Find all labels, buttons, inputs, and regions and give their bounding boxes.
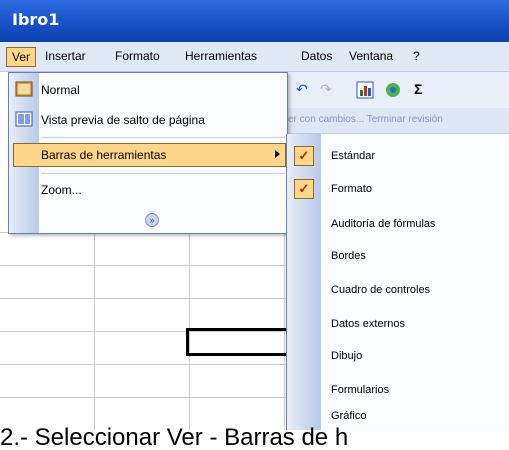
submenu-formato[interactable]: Formato xyxy=(331,183,372,195)
submenu-auditoria[interactable]: Auditoría de fórmulas xyxy=(331,218,436,230)
submenu-cuadro-controles[interactable]: Cuadro de controles xyxy=(331,284,430,296)
view-menu-zoom[interactable]: Zoom... xyxy=(41,183,82,205)
window-title: Ibro1 xyxy=(12,10,60,29)
menu-bar: Ver Insertar Formato Herramientas Datos … xyxy=(0,42,509,72)
menu-formato[interactable]: Formato xyxy=(110,47,165,67)
normal-view-icon xyxy=(15,81,33,97)
standard-toolbar: ↶ ↷ Σ xyxy=(286,72,509,108)
view-menu: Normal Vista previa de salto de página B… xyxy=(8,72,288,234)
menu-ver[interactable]: Ver xyxy=(6,47,37,67)
reviewing-toolbar: er con cambios... Terminar revisión xyxy=(286,108,509,134)
title-bar: Ibro1 xyxy=(0,0,509,42)
toolbars-submenu: ✓ Estándar ✓ Formato Auditoría de fórmul… xyxy=(286,134,509,430)
menu-herramientas[interactable]: Herramientas xyxy=(180,47,262,67)
menu-insertar[interactable]: Insertar xyxy=(40,47,91,67)
menu-separator xyxy=(41,137,285,138)
submenu-datos-externos[interactable]: Datos externos xyxy=(331,318,405,330)
submenu-formularios[interactable]: Formularios xyxy=(331,384,389,396)
page-break-preview-icon xyxy=(15,111,33,127)
check-icon: ✓ xyxy=(294,146,314,166)
submenu-bordes[interactable]: Bordes xyxy=(331,250,366,262)
menu-help[interactable]: ? xyxy=(408,47,425,67)
grid-icon[interactable] xyxy=(384,81,402,101)
submenu-dibujo[interactable]: Dibujo xyxy=(331,350,362,362)
sum-icon[interactable]: Σ xyxy=(414,81,422,101)
submenu-grafico[interactable]: Gráfico xyxy=(331,410,366,422)
view-menu-normal[interactable]: Normal xyxy=(41,83,80,105)
reviewing-toolbar-text: er con cambios... Terminar revisión xyxy=(288,114,443,125)
redo-icon[interactable]: ↷ xyxy=(320,81,332,101)
menu-datos[interactable]: Datos xyxy=(296,47,337,67)
chart-icon[interactable] xyxy=(356,81,374,101)
undo-icon[interactable]: ↶ xyxy=(296,81,308,101)
expand-menu-icon[interactable]: » xyxy=(145,213,159,227)
check-icon: ✓ xyxy=(294,179,314,199)
view-menu-toolbars[interactable]: Barras de herramientas xyxy=(41,148,166,170)
view-menu-page-break-preview[interactable]: Vista previa de salto de página xyxy=(41,113,205,135)
submenu-arrow-icon xyxy=(275,150,280,158)
submenu-estandar[interactable]: Estándar xyxy=(331,150,375,162)
caption-text: 2.- Seleccionar Ver - Barras de h xyxy=(0,426,349,450)
selected-cell[interactable] xyxy=(186,328,294,356)
menu-ventana[interactable]: Ventana xyxy=(344,47,398,67)
menu-separator xyxy=(41,173,285,174)
